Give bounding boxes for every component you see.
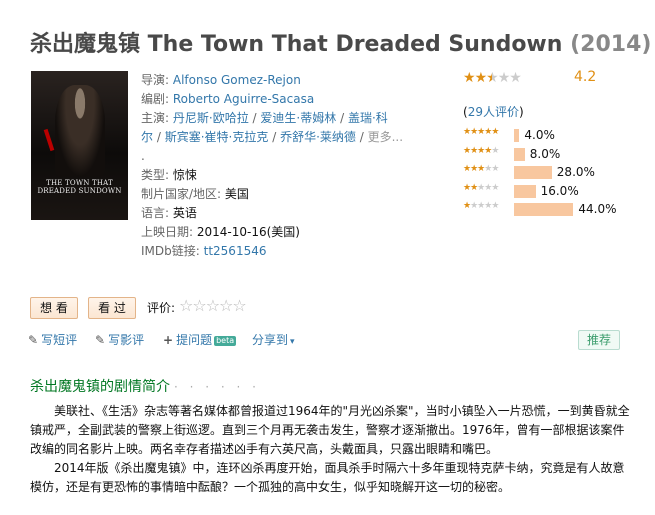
write-review[interactable]: ✎ 写影评 bbox=[95, 331, 144, 348]
language-label: 语言: bbox=[141, 206, 170, 220]
cast-link[interactable]: 盖瑞·科 bbox=[348, 111, 388, 125]
ask-question[interactable]: + 提问题 beta bbox=[163, 331, 237, 348]
writer-label: 编剧: bbox=[141, 92, 170, 106]
plus-icon: + bbox=[163, 333, 174, 347]
rating-percent: 16.0% bbox=[540, 183, 579, 198]
cast-link[interactable]: 斯宾塞·崔特·克拉克 bbox=[165, 130, 269, 144]
director-row: 导演: Alfonso Gomez-Rejon bbox=[141, 71, 391, 90]
want-to-watch-button[interactable]: 想 看 bbox=[30, 297, 78, 319]
rating-percent: 4.0% bbox=[524, 128, 555, 142]
movie-title: 杀出魔鬼镇 The Town That Dreaded Sundown (201… bbox=[30, 26, 651, 58]
share-menu[interactable]: 分享到 ▾ bbox=[252, 331, 295, 348]
poster-figure bbox=[55, 85, 105, 177]
cast-label: 主演: bbox=[141, 111, 170, 125]
rating-distribution-row: ★★★★★ 28.0% bbox=[463, 164, 643, 179]
more-cast-link[interactable]: 更多... bbox=[368, 130, 403, 144]
rating-distribution-row: ★★★★★ 16.0% bbox=[463, 182, 643, 198]
cast-row: 主演: 丹尼斯·欧哈拉 / 爱迪生·蒂姆林 / 盖瑞·科 bbox=[141, 111, 388, 125]
movie-name: 杀出魔鬼镇 The Town That Dreaded Sundown bbox=[30, 32, 563, 57]
dropdown-arrow-icon: ▾ bbox=[290, 337, 295, 347]
rating-percent: 44.0% bbox=[578, 202, 617, 216]
star-rating-icon: ★★★★★ bbox=[463, 182, 499, 193]
summary-heading-dots: · · · · · · bbox=[174, 380, 260, 394]
language-row: 语言: 英语 bbox=[141, 204, 391, 223]
share-label: 分享到 bbox=[252, 333, 289, 347]
rating-bar bbox=[514, 129, 520, 142]
rating-bar bbox=[514, 203, 574, 216]
plot-summary: 美联社、《生活》杂志等著名媒体都曾报道过1964年的"月光凶杀案"，当时小镇坠入… bbox=[30, 402, 630, 497]
summary-paragraph-2: 2014年版《杀出魔鬼镇》中，连环凶杀再度开始，面具杀手时隔六十多年重现特克萨卡… bbox=[30, 461, 625, 494]
director-link[interactable]: Alfonso Gomez-Rejon bbox=[173, 73, 301, 87]
write-short-review-label: 写短评 bbox=[41, 333, 78, 347]
rating-stars-icon: ★★★★★ bbox=[463, 70, 522, 86]
director-label: 导演: bbox=[141, 73, 170, 87]
ask-question-label: 提问题 bbox=[176, 333, 213, 347]
imdb-link[interactable]: tt2561546 bbox=[204, 244, 267, 258]
country-row: 制片国家/地区: 美国 bbox=[141, 185, 391, 204]
rating-score: 4.2 bbox=[574, 69, 597, 85]
summary-heading: 杀出魔鬼镇的剧情简介 · · · · · · bbox=[30, 376, 260, 396]
beta-badge: beta bbox=[214, 336, 237, 346]
genre-row: 类型: 惊悚 bbox=[141, 166, 391, 185]
pencil-icon: ✎ bbox=[95, 333, 106, 347]
rating-distribution-row: ★★★★★ 4.0% bbox=[463, 127, 643, 142]
write-review-label: 写影评 bbox=[108, 333, 145, 347]
rating-distribution-row: ★★★★★ 44.0% bbox=[463, 201, 643, 216]
cast-row-end: . bbox=[141, 147, 391, 166]
rate-stars-input[interactable]: ☆☆☆☆☆ bbox=[179, 296, 247, 315]
cast-link[interactable]: 爱迪生·蒂姆林 bbox=[260, 111, 336, 125]
cast-link[interactable]: 尔 bbox=[141, 130, 153, 144]
poster-knife bbox=[43, 128, 55, 152]
rating-bar bbox=[514, 147, 525, 161]
genre-value: 惊悚 bbox=[172, 168, 197, 182]
star-rating-icon: ★★★★★ bbox=[463, 145, 499, 156]
rating-percent: 8.0% bbox=[529, 146, 561, 161]
release-label: 上映日期: bbox=[141, 225, 194, 239]
movie-year: (2014) bbox=[570, 32, 652, 57]
watched-button[interactable]: 看 过 bbox=[88, 297, 136, 319]
cast-link[interactable]: 乔舒华·莱纳德 bbox=[280, 130, 356, 144]
star-rating-icon: ★★★★★ bbox=[463, 201, 499, 211]
country-label: 制片国家/地区: bbox=[141, 187, 222, 201]
rating-distribution-row: ★★★★★ 8.0% bbox=[463, 145, 643, 161]
cast-end-dot: . bbox=[141, 149, 145, 163]
rating-count: (29人评价) bbox=[463, 105, 524, 119]
poster-title-text: THE TOWN THAT DREADED SUNDOWN bbox=[37, 179, 122, 195]
summary-heading-text: 杀出魔鬼镇的剧情简介 bbox=[30, 379, 170, 395]
rate-label: 评价: bbox=[147, 301, 176, 315]
rating-bar bbox=[514, 184, 536, 198]
rating-bar bbox=[514, 166, 552, 179]
writer-row: 编剧: Roberto Aguirre-Sacasa bbox=[141, 90, 391, 109]
write-short-review[interactable]: ✎ 写短评 bbox=[28, 331, 77, 348]
cast-link[interactable]: 丹尼斯·欧哈拉 bbox=[173, 111, 249, 125]
imdb-label: IMDb链接: bbox=[141, 244, 200, 258]
movie-info: 导演: Alfonso Gomez-Rejon 编剧: Roberto Agui… bbox=[141, 71, 404, 261]
rating-percent: 28.0% bbox=[556, 165, 595, 179]
country-value: 美国 bbox=[224, 187, 249, 201]
recommend-button[interactable]: 推荐 bbox=[578, 330, 620, 350]
release-row: 上映日期: 2014-10-16(美国) bbox=[141, 223, 391, 242]
rating-count-link[interactable]: 29人评价 bbox=[468, 105, 519, 119]
movie-poster[interactable]: THE TOWN THAT DREADED SUNDOWN bbox=[31, 71, 128, 220]
star-rating-icon: ★★★★★ bbox=[463, 127, 499, 137]
release-value: 2014-10-16(美国) bbox=[196, 225, 300, 239]
star-rating-icon: ★★★★★ bbox=[463, 164, 499, 174]
imdb-row: IMDb链接: tt2561546 bbox=[141, 242, 391, 261]
genre-label: 类型: bbox=[141, 168, 170, 182]
pencil-icon: ✎ bbox=[28, 333, 39, 347]
writer-link[interactable]: Roberto Aguirre-Sacasa bbox=[173, 92, 314, 106]
cast-row-continued: 尔 / 斯宾塞·崔特·克拉克 / 乔舒华·莱纳德 / 更多... bbox=[141, 130, 404, 144]
language-value: 英语 bbox=[172, 206, 197, 220]
summary-paragraph-1: 美联社、《生活》杂志等著名媒体都曾报道过1964年的"月光凶杀案"，当时小镇坠入… bbox=[30, 404, 630, 456]
